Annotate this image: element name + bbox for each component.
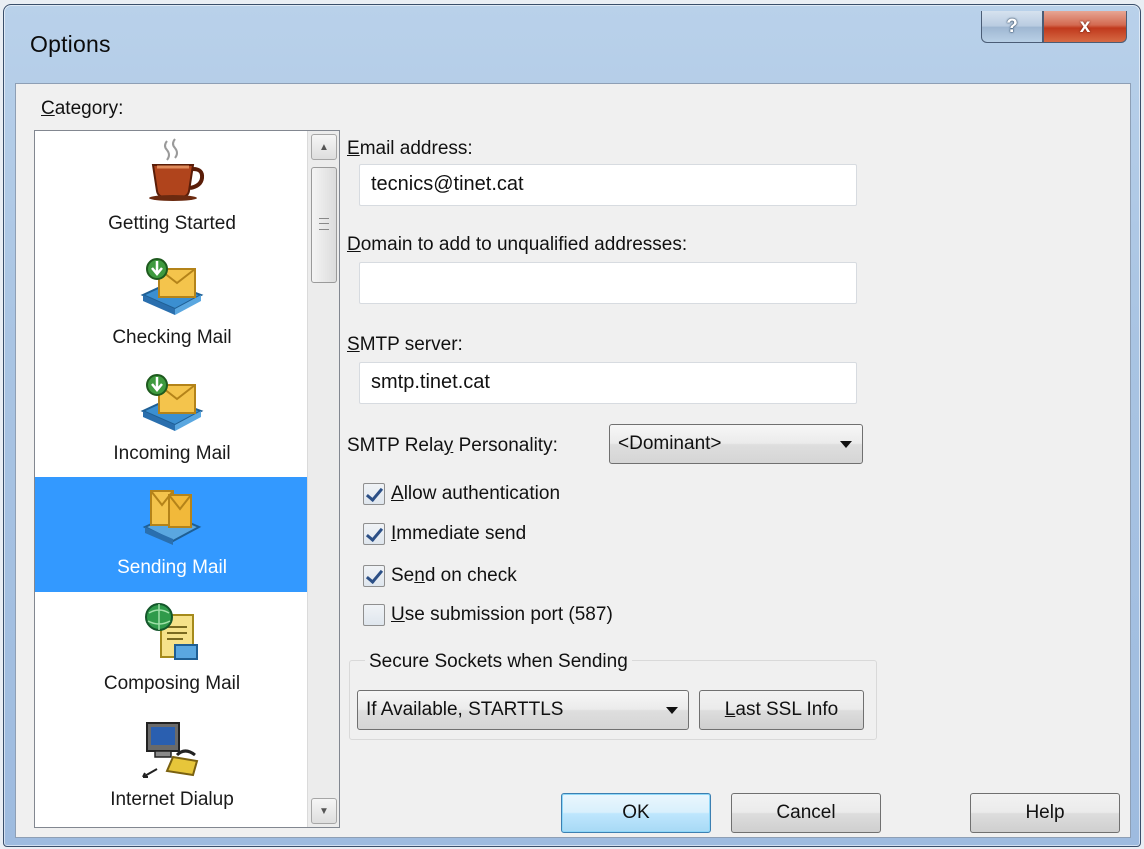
relay-personality-value: <Dominant> — [618, 433, 722, 454]
immediate-send-label: Immediate send — [391, 523, 527, 544]
category-item-internet-dialup[interactable]: Internet Dialup — [35, 709, 309, 824]
scroll-thumb[interactable] — [311, 167, 337, 283]
category-item-incoming-mail[interactable]: Incoming Mail — [35, 363, 309, 478]
email-address-label: Email address: — [347, 138, 473, 159]
secure-sockets-value: If Available, STARTTLS — [366, 699, 564, 720]
relay-personality-select[interactable]: <Dominant> — [609, 424, 863, 464]
domain-input[interactable] — [359, 262, 857, 304]
checkbox-checked-icon — [363, 523, 385, 545]
chevron-up-icon: ▲ — [319, 141, 329, 153]
grip-icon — [319, 218, 329, 230]
email-address-input[interactable]: tecnics@tinet.cat — [359, 164, 857, 206]
sending-mail-icon — [142, 490, 202, 545]
dropdown-arrow-icon — [666, 707, 678, 714]
category-item-sending-mail[interactable]: Sending Mail — [35, 477, 309, 592]
send-on-check-label: Send on check — [391, 565, 517, 586]
close-button[interactable]: x — [1043, 11, 1127, 43]
category-label: Category: — [41, 98, 124, 119]
category-scrollbar[interactable]: ▲ ▼ — [307, 131, 339, 827]
domain-label: Domain to add to unqualified addresses: — [347, 234, 688, 255]
category-list[interactable]: Getting Started Checking Mail Incoming M… — [34, 130, 340, 828]
send-on-check-checkbox[interactable]: Send on check — [363, 563, 517, 589]
composing-mail-icon — [145, 603, 198, 660]
secure-sockets-group-title: Secure Sockets when Sending — [365, 651, 632, 673]
title-bar: Options ? x — [4, 5, 1140, 81]
ok-button[interactable]: OK — [561, 793, 711, 833]
last-ssl-info-button[interactable]: Last SSL Info — [699, 690, 864, 730]
smtp-server-label: SMTP server: — [347, 334, 463, 355]
allow-authentication-checkbox[interactable]: Allow authentication — [363, 481, 560, 507]
mail-check-icon — [140, 258, 204, 315]
category-item-checking-mail[interactable]: Checking Mail — [35, 247, 309, 362]
close-icon: x — [1079, 15, 1091, 37]
secure-sockets-select[interactable]: If Available, STARTTLS — [357, 690, 689, 730]
immediate-send-checkbox[interactable]: Immediate send — [363, 521, 526, 547]
question-mark-icon: ? — [1006, 15, 1018, 37]
checkbox-checked-icon — [363, 483, 385, 505]
scroll-up-button[interactable]: ▲ — [311, 134, 337, 160]
category-item-composing-mail[interactable]: Composing Mail — [35, 593, 309, 708]
options-dialog: Options ? x Category: Getting Started Ch… — [3, 4, 1141, 847]
help-title-button[interactable]: ? — [981, 11, 1043, 43]
chevron-down-icon: ▼ — [319, 805, 329, 817]
dialog-client-area: Category: Getting Started Checking Mail … — [15, 83, 1131, 838]
category-item-getting-started[interactable]: Getting Started — [35, 131, 309, 243]
checkbox-checked-icon — [363, 565, 385, 587]
dropdown-arrow-icon — [840, 441, 852, 448]
dialup-computer-icon — [142, 722, 199, 778]
cancel-button[interactable]: Cancel — [731, 793, 881, 833]
help-button[interactable]: Help — [970, 793, 1120, 833]
coffee-cup-icon — [149, 138, 205, 201]
scroll-down-button[interactable]: ▼ — [311, 798, 337, 824]
window-title: Options — [30, 31, 111, 57]
smtp-server-input[interactable]: smtp.tinet.cat — [359, 362, 857, 404]
relay-personality-label: SMTP Relay Personality: — [347, 435, 558, 456]
submission-port-label: Use submission port (587) — [391, 604, 613, 625]
incoming-mail-icon — [140, 374, 204, 431]
allow-authentication-label: Allow authentication — [391, 483, 561, 504]
submission-port-checkbox[interactable]: Use submission port (587) — [363, 602, 613, 628]
checkbox-unchecked-icon — [363, 604, 385, 626]
